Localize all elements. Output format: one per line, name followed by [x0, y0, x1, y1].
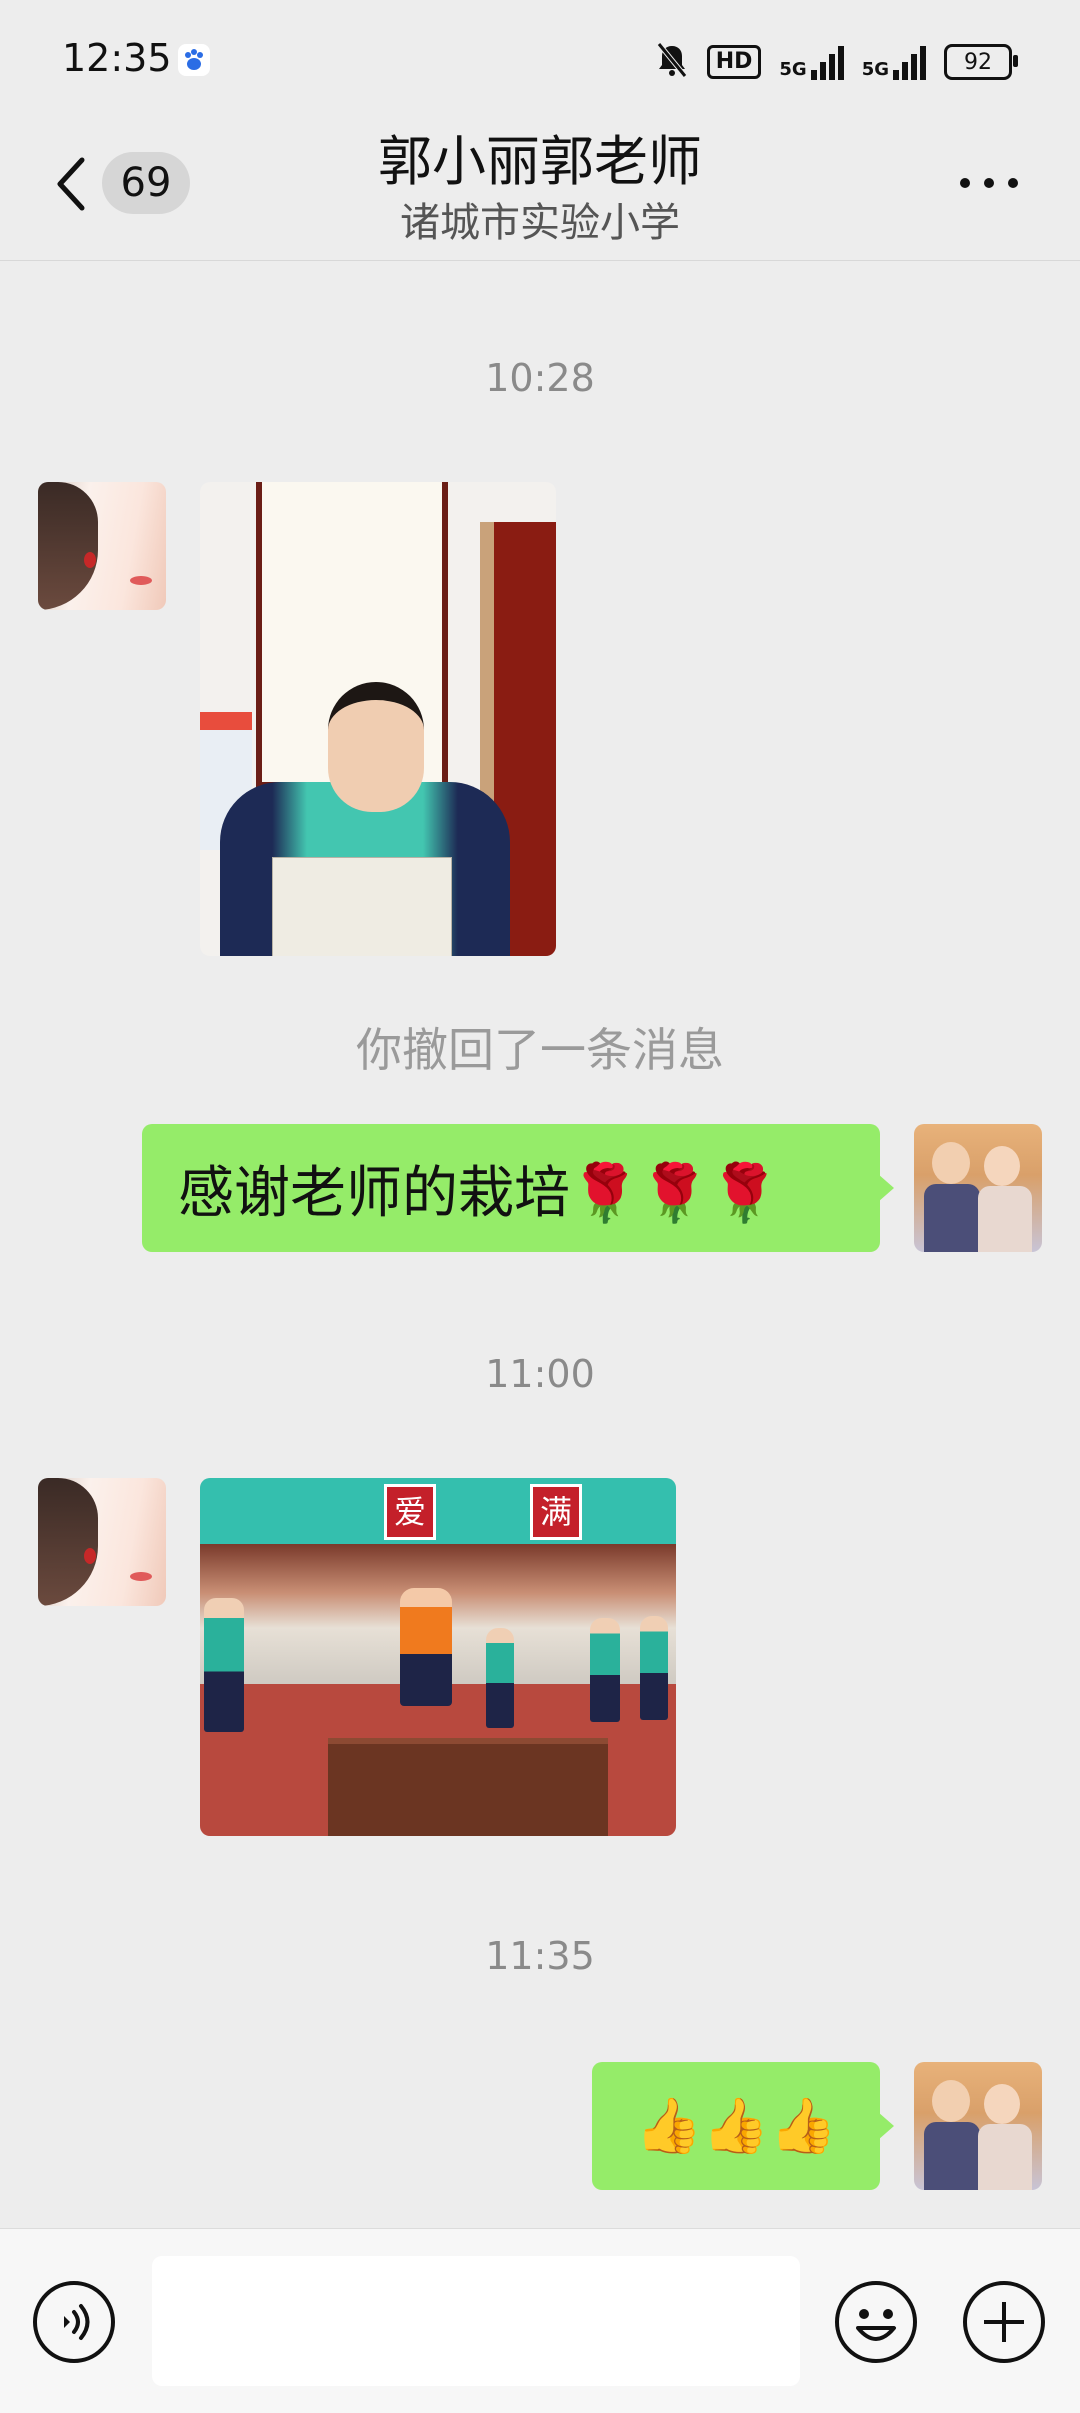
battery-icon: 92: [944, 44, 1018, 80]
status-time: 12:35: [62, 36, 172, 80]
contact-avatar[interactable]: [38, 1478, 166, 1606]
message-timestamp: 11:00: [485, 1352, 595, 1396]
5g-signal-icon: 5G: [862, 44, 926, 80]
network-label: 5G: [779, 59, 807, 80]
image-message[interactable]: 爱 满: [200, 1478, 676, 1836]
mute-bell-icon: [655, 42, 689, 82]
message-text: 感谢老师的栽培🌹🌹🌹: [178, 1160, 780, 1226]
baidu-app-icon: [178, 44, 210, 76]
chat-subtitle: 诸城市实验小学: [400, 200, 680, 246]
plus-circle-icon[interactable]: [962, 2280, 1046, 2364]
image-message[interactable]: [200, 482, 556, 956]
banner-char: 满: [530, 1484, 582, 1540]
contact-avatar[interactable]: [38, 482, 166, 610]
my-avatar[interactable]: [914, 1124, 1042, 1252]
message-text: 👍👍👍: [635, 2094, 837, 2157]
more-dots-icon[interactable]: [960, 178, 1018, 188]
message-timestamp: 10:28: [485, 356, 595, 400]
hd-badge: HD: [706, 45, 762, 79]
banner-char: 爱: [384, 1484, 436, 1540]
voice-wave-icon[interactable]: [32, 2280, 116, 2364]
my-avatar[interactable]: [914, 2062, 1042, 2190]
my-text-bubble[interactable]: 感谢老师的栽培🌹🌹🌹: [142, 1124, 894, 1252]
status-icons: HD 5G 5G 92: [655, 38, 1018, 86]
5g-signal-icon: 5G: [779, 44, 844, 80]
chat-title: 郭小丽郭老师: [378, 130, 702, 193]
network-label: 5G: [861, 59, 889, 80]
message-timestamp: 11:35: [485, 1934, 595, 1978]
my-text-bubble[interactable]: 👍👍👍: [592, 2062, 894, 2190]
battery-level: 92: [964, 49, 992, 75]
recalled-message-note: 你撤回了一条消息: [356, 1023, 724, 1077]
message-input[interactable]: [152, 2256, 800, 2386]
smiley-icon[interactable]: [834, 2280, 918, 2364]
